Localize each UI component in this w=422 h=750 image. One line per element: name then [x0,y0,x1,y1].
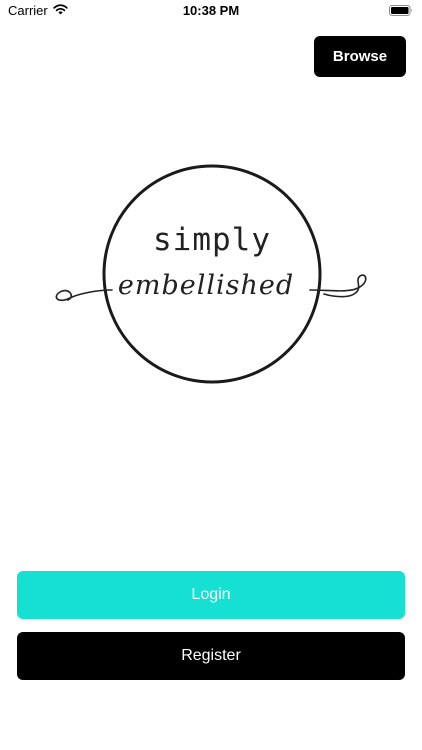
app-screen: Carrier 10:38 PM Browse simply embellish… [0,0,422,750]
brand-logo: simply embellished [48,160,376,392]
browse-button[interactable]: Browse [314,36,406,77]
status-time: 10:38 PM [182,3,240,18]
battery-icon [389,5,412,16]
login-button[interactable]: Login [17,571,405,619]
logo-word-simply: simply [153,222,271,258]
logo-word-embellished: embellished [117,270,295,301]
status-bar: Carrier 10:38 PM [0,0,422,22]
register-button[interactable]: Register [17,632,405,680]
